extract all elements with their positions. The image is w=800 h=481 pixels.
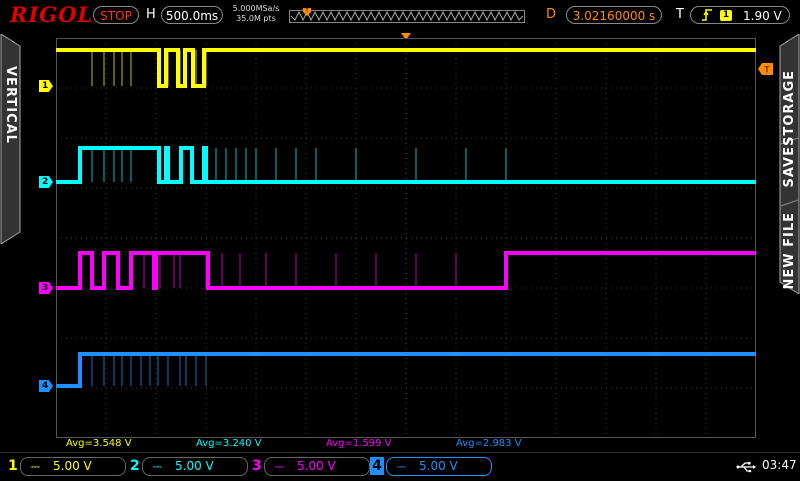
ch3-number: 3: [252, 458, 262, 474]
storage-menu-label: STORAGE: [782, 70, 797, 146]
ch2-avg-measurement: Avg=3.240 V: [196, 438, 262, 449]
vertical-menu-tab[interactable]: VERTICAL: [0, 34, 22, 244]
rising-edge-icon: [702, 9, 712, 21]
svg-text:T: T: [764, 66, 770, 75]
ch2-number: 2: [130, 458, 140, 474]
ch4-avg-measurement: Avg=2.983 V: [456, 438, 522, 449]
ch1-scale-box[interactable]: ⎓ 5.00 V: [20, 457, 126, 476]
ch1-number: 1: [8, 458, 18, 474]
horizontal-label: H: [146, 7, 156, 22]
new-file-menu-label: NEW FILE: [782, 212, 797, 290]
ch1-scale: 5.00 V: [53, 459, 92, 473]
trigger-label: T: [676, 7, 684, 22]
memory-depth: 35.0M pts: [236, 14, 276, 23]
dc-coupling-icon: ⎓: [275, 460, 284, 473]
ch2-ground-marker[interactable]: 2: [39, 176, 53, 188]
vertical-menu-label: VERTICAL: [3, 66, 18, 144]
waveform-display[interactable]: [56, 38, 756, 438]
ch1-avg-measurement: Avg=3.548 V: [66, 438, 132, 449]
timebase-readout[interactable]: 500.0ms: [161, 6, 223, 24]
ch3-ground-marker[interactable]: 3: [39, 282, 53, 294]
ch3-scale-box[interactable]: ⎓ 5.00 V: [264, 457, 370, 476]
ch2-scale: 5.00 V: [175, 459, 214, 473]
system-clock: 03:47: [762, 458, 797, 472]
delay-readout[interactable]: 3.02160000 s: [566, 6, 662, 24]
run-stop-status[interactable]: STOP: [93, 6, 139, 24]
top-status-bar: RIGOL STOP H 500.0ms 5.000MSa/s 35.0M pt…: [0, 0, 800, 30]
sample-rate: 5.000MSa/s: [232, 4, 280, 13]
brand-logo: RIGOL: [10, 2, 94, 27]
ch4-scale-box[interactable]: ⎓ 5.00 V: [386, 457, 492, 476]
trigger-readout[interactable]: 1 1.90 V: [690, 6, 790, 24]
dc-coupling-icon: ⎓: [153, 460, 162, 473]
ch4-ground-marker[interactable]: 4: [39, 380, 53, 392]
ch2-scale-box[interactable]: ⎓ 5.00 V: [142, 457, 248, 476]
right-menu-tab[interactable]: STORAGE SAVE NEW FILE: [778, 34, 800, 294]
ch1-ground-marker[interactable]: 1: [39, 80, 53, 92]
trigger-source-badge: 1: [720, 10, 732, 21]
memory-position-strip[interactable]: T: [289, 7, 525, 24]
ch3-avg-measurement: Avg=1.599 V: [326, 438, 392, 449]
dc-coupling-icon: ⎓: [31, 460, 40, 473]
trigger-level-marker[interactable]: T: [758, 63, 774, 75]
acquisition-info: 5.000MSa/s 35.0M pts: [230, 4, 282, 24]
ch3-scale: 5.00 V: [297, 459, 336, 473]
ch4-number: 4: [370, 457, 384, 475]
ch4-scale: 5.00 V: [419, 459, 458, 473]
delay-label: D: [546, 7, 557, 22]
dc-coupling-icon: ⎓: [397, 460, 406, 473]
bottom-channel-bar: 1 ⎓ 5.00 V 2 ⎓ 5.00 V 3 ⎓ 5.00 V 4 ⎓ 5.0…: [0, 452, 800, 481]
save-menu-label: SAVE: [782, 146, 797, 188]
usb-icon: [736, 462, 756, 473]
trigger-level: 1.90 V: [743, 9, 782, 23]
